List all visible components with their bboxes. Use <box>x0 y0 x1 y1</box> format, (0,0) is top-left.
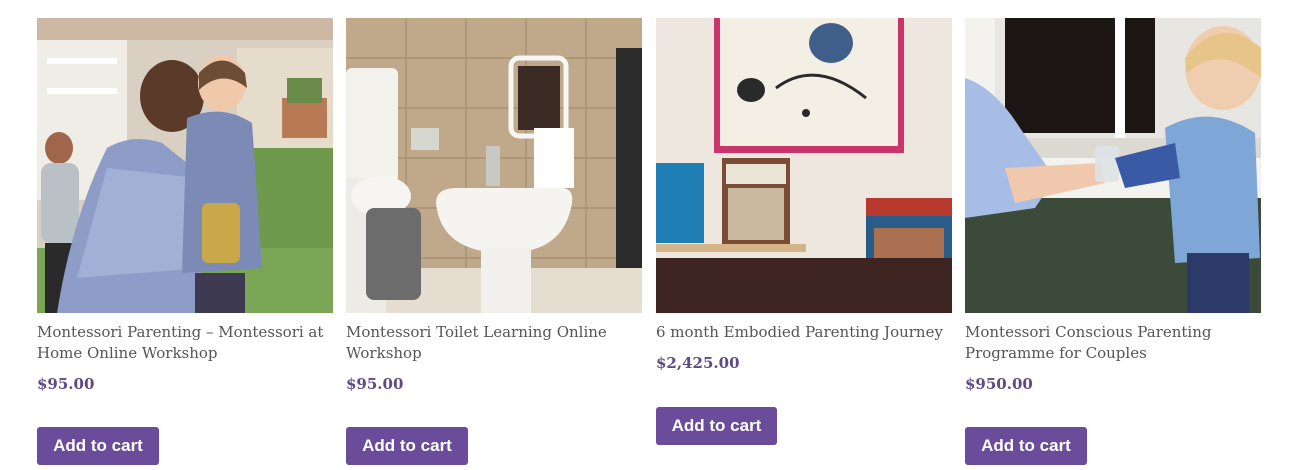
product-price: $95.00 <box>37 375 95 393</box>
product-image-children-playing[interactable] <box>37 18 333 313</box>
product-image-bathroom[interactable] <box>346 18 642 313</box>
add-to-cart-button[interactable]: Add to cart <box>37 427 159 465</box>
product-grid: Montessori Parenting – Montessori at Hom… <box>37 18 1261 470</box>
product-title[interactable]: Montessori Parenting – Montessori at Hom… <box>37 322 333 364</box>
add-to-cart-button[interactable]: Add to cart <box>965 427 1087 465</box>
toddler-glass-hands-photo <box>965 18 1261 313</box>
product-card: Montessori Conscious Parenting Programme… <box>965 18 1261 465</box>
product-image-wall-art[interactable] <box>656 18 952 313</box>
product-price: $95.00 <box>346 375 404 393</box>
product-title[interactable]: 6 month Embodied Parenting Journey <box>656 322 952 343</box>
wall-art-bookshelf-photo <box>656 18 952 313</box>
bathroom-bidet-photo <box>346 18 642 313</box>
product-title[interactable]: Montessori Toilet Learning Online Worksh… <box>346 322 642 364</box>
product-image-toddler[interactable] <box>965 18 1261 313</box>
product-card: 6 month Embodied Parenting Journey $2,42… <box>656 18 952 445</box>
add-to-cart-button[interactable]: Add to cart <box>346 427 468 465</box>
product-price: $950.00 <box>965 375 1033 393</box>
children-playing-photo <box>37 18 333 313</box>
product-title[interactable]: Montessori Conscious Parenting Programme… <box>965 322 1261 364</box>
add-to-cart-button[interactable]: Add to cart <box>656 407 777 445</box>
product-card: Montessori Toilet Learning Online Worksh… <box>346 18 642 465</box>
product-price: $2,425.00 <box>656 354 740 372</box>
product-card: Montessori Parenting – Montessori at Hom… <box>37 18 333 465</box>
